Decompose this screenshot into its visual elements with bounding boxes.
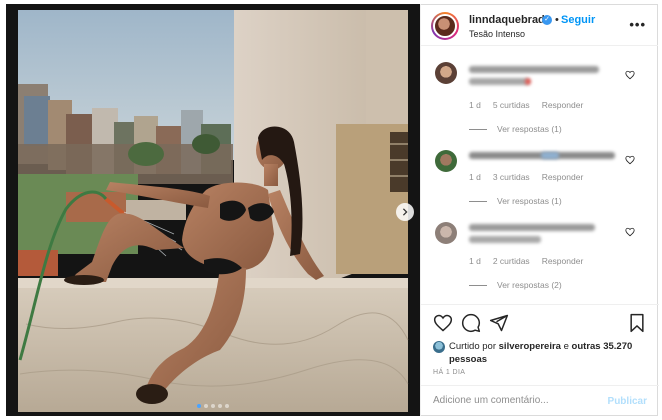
comment-meta: 1 d 3 curtidas Responder: [469, 172, 583, 182]
more-options-button[interactable]: •••: [629, 17, 646, 32]
verified-icon: ✓: [542, 15, 552, 25]
view-replies-label: Ver respostas (2): [497, 280, 562, 290]
author-username[interactable]: linndaquebrada: [469, 14, 551, 26]
view-replies-button[interactable]: Ver respostas (1): [469, 196, 562, 206]
comment-item: 1 d 2 curtidas Responder Ver respostas (…: [421, 216, 659, 294]
likes-conjunction: e: [563, 341, 569, 352]
header-separator: •: [555, 14, 559, 26]
carousel-next-button[interactable]: [396, 203, 414, 221]
publish-button[interactable]: Publicar: [608, 396, 647, 407]
heart-icon[interactable]: [625, 155, 635, 165]
comment-avatar[interactable]: [435, 150, 457, 172]
comment-input[interactable]: [433, 395, 593, 406]
view-replies-button[interactable]: Ver respostas (1): [469, 124, 562, 134]
post-date[interactable]: HÁ 1 DIA: [433, 369, 465, 376]
liker-username[interactable]: silveropereira: [499, 341, 561, 352]
comment-time: 1 d: [469, 172, 481, 182]
comment-emoji-redacted: [541, 152, 559, 159]
heart-icon[interactable]: [625, 70, 635, 80]
likes-prefix: Curtido por: [449, 341, 496, 352]
comment-item: 1 d 3 curtidas Responder Ver respostas (…: [421, 144, 659, 222]
carousel-dot: [197, 404, 201, 408]
comment-icon[interactable]: [461, 313, 481, 333]
comment-meta: 1 d 2 curtidas Responder: [469, 256, 583, 266]
post-location[interactable]: Tesão Intenso: [469, 29, 525, 39]
comment-reply-button[interactable]: Responder: [542, 100, 584, 110]
comment-time: 1 d: [469, 100, 481, 110]
avatar-image: [433, 14, 457, 38]
comment-item: 1 d 5 curtidas Responder Ver respostas (…: [421, 56, 659, 134]
post-header: linndaquebrada ✓ • Seguir Tesão Intenso …: [421, 4, 658, 46]
carousel-dot: [225, 404, 229, 408]
replies-divider: [469, 200, 487, 202]
view-replies-button[interactable]: Ver respostas (2): [469, 280, 562, 290]
post-media[interactable]: [6, 4, 420, 416]
comment-text-redacted: [469, 78, 529, 85]
comment-avatar[interactable]: [435, 222, 457, 244]
comment-text-redacted: [469, 236, 541, 243]
comment-reply-button[interactable]: Responder: [542, 256, 584, 266]
comment-composer: Publicar: [421, 385, 659, 417]
comment-meta: 1 d 5 curtidas Responder: [469, 100, 583, 110]
replies-divider: [469, 284, 487, 286]
carousel-dot: [211, 404, 215, 408]
post-sidebar: linndaquebrada ✓ • Seguir Tesão Intenso …: [420, 4, 659, 416]
heart-icon[interactable]: [433, 313, 453, 333]
comment-likes[interactable]: 2 curtidas: [493, 256, 530, 266]
bookmark-icon[interactable]: [627, 313, 647, 333]
comment-emoji-redacted: [525, 78, 531, 85]
comment-text-redacted: [469, 224, 595, 231]
comment-text-redacted: [469, 66, 599, 73]
share-icon[interactable]: [489, 313, 509, 333]
view-replies-label: Ver respostas (1): [497, 196, 562, 206]
chevron-right-icon: [402, 208, 408, 216]
replies-divider: [469, 128, 487, 130]
comment-avatar[interactable]: [435, 62, 457, 84]
likes-text: Curtido por silveropereira e outras 35.2…: [449, 340, 649, 366]
view-replies-label: Ver respostas (1): [497, 124, 562, 134]
post-photo: [6, 4, 420, 416]
author-avatar[interactable]: [431, 12, 459, 40]
carousel-dots: [6, 404, 420, 408]
carousel-dot: [218, 404, 222, 408]
heart-icon[interactable]: [625, 227, 635, 237]
comment-likes[interactable]: 3 curtidas: [493, 172, 530, 182]
follow-button[interactable]: Seguir: [561, 14, 595, 26]
comment-time: 1 d: [469, 256, 481, 266]
carousel-dot: [204, 404, 208, 408]
comment-likes[interactable]: 5 curtidas: [493, 100, 530, 110]
comment-reply-button[interactable]: Responder: [542, 172, 584, 182]
post-actions: Curtido por silveropereira e outras 35.2…: [421, 304, 659, 416]
liker-avatar[interactable]: [433, 341, 445, 353]
